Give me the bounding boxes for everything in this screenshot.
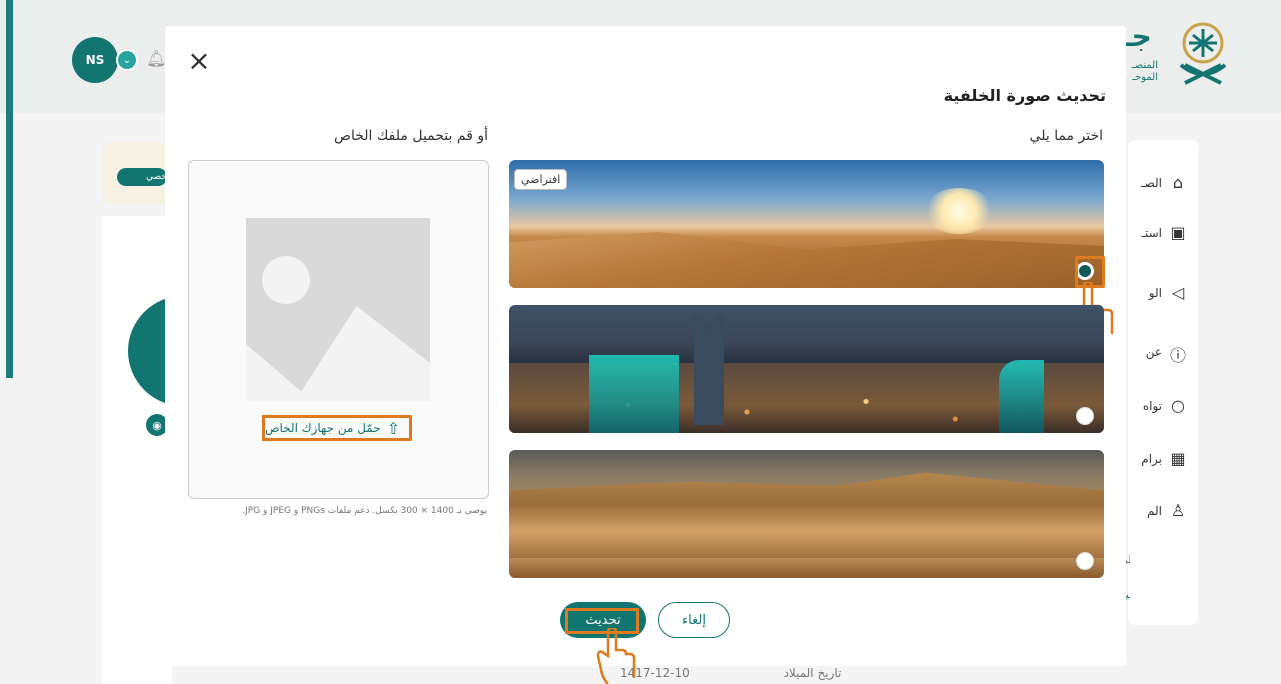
info-icon: ⓘ [1169, 346, 1186, 365]
sidebar-item-send[interactable]: الو ◁ [1128, 278, 1188, 308]
chevron-down-icon[interactable]: ⌄ [116, 49, 138, 71]
cancel-button[interactable]: إلغاء [658, 602, 730, 638]
sidebar-item-label: استـ [1141, 226, 1162, 240]
sidebar-item-contact[interactable]: تواه ○ [1128, 391, 1188, 421]
cliffs [509, 472, 1104, 558]
briefcase-icon: ▣ [1170, 223, 1186, 242]
tower-teal [589, 355, 679, 433]
palm-emblem-icon [1179, 22, 1227, 85]
sidebar-item-home[interactable]: الصـ ⌂ [1128, 168, 1188, 198]
sidebar-item-label: الصـ [1141, 176, 1162, 190]
sidebar-item-label: تواه [1142, 399, 1162, 413]
upload-icon: ⇧ [386, 418, 401, 438]
user-icon: ♙ [1170, 501, 1186, 520]
sidebar-item-programs[interactable]: برام ▦ [1128, 444, 1188, 474]
background-option-riyadh-night[interactable] [509, 305, 1104, 433]
avatar[interactable]: NS [72, 37, 118, 83]
sidebar-item-about[interactable]: عن ⓘ [1128, 337, 1188, 367]
logo-text: جـ [1122, 20, 1152, 53]
dunes [509, 232, 1104, 288]
profile-pill[interactable]: خصي [117, 168, 167, 186]
pointer-hand-icon [596, 628, 636, 684]
radio-unselected[interactable] [1076, 407, 1094, 425]
close-icon[interactable]: × [184, 46, 214, 76]
logo-subtitle: المنصـ الموحـ [1128, 60, 1158, 84]
background-option-edge-of-world[interactable] [509, 450, 1104, 578]
placeholder-mountains [246, 306, 430, 401]
upload-label: أو قم بتحميل ملفك الخاص [334, 128, 488, 144]
profile-card [102, 216, 172, 684]
home-icon: ⌂ [1172, 173, 1184, 192]
sidebar [1128, 140, 1198, 625]
birth-date-row: 1417-12-10 تاريخ الميلاد [620, 666, 841, 680]
placeholder-sun [262, 256, 310, 304]
dialog-title: تحديث صورة الخلفية [943, 86, 1106, 105]
chat-icon: ○ [1171, 396, 1185, 415]
tower-teal [999, 360, 1044, 433]
sidebar-item-label: عن [1145, 345, 1162, 359]
grid-icon: ▦ [1170, 449, 1186, 468]
upload-link-label: حمّل من جهازك الخاص [265, 421, 381, 435]
send-icon: ◁ [1171, 283, 1185, 302]
choose-label: اختر مما يلي [1029, 128, 1103, 144]
birth-date-label: تاريخ الميلاد [783, 666, 842, 680]
sidebar-item-services[interactable]: استـ ▣ [1128, 218, 1188, 248]
bell-icon[interactable]: 🔔︎ [146, 49, 166, 69]
sidebar-item-label: الم [1147, 504, 1162, 518]
radio-unselected[interactable] [1076, 552, 1094, 570]
scrollbar[interactable] [6, 0, 13, 378]
kingdom-tower [694, 315, 724, 425]
image-placeholder-icon [246, 218, 430, 401]
background-option-desert[interactable]: افتراضي [509, 160, 1104, 288]
logo-sub-line2: الموحـ [1132, 72, 1158, 83]
sidebar-item-label: برام [1141, 452, 1162, 466]
upload-from-device-link[interactable]: ⇧ حمّل من جهازك الخاص [262, 415, 412, 441]
sun-glow [924, 188, 994, 234]
upload-hint: يوصى بـ 1400 × 300 بكسل. دعم ملفات PNGs … [242, 506, 487, 516]
sidebar-item-label: الو [1148, 286, 1162, 300]
logo-sub-line1: المنصـ [1131, 60, 1158, 71]
sidebar-item-profile[interactable]: الم ♙ [1128, 496, 1188, 526]
default-badge: افتراضي [514, 169, 568, 190]
